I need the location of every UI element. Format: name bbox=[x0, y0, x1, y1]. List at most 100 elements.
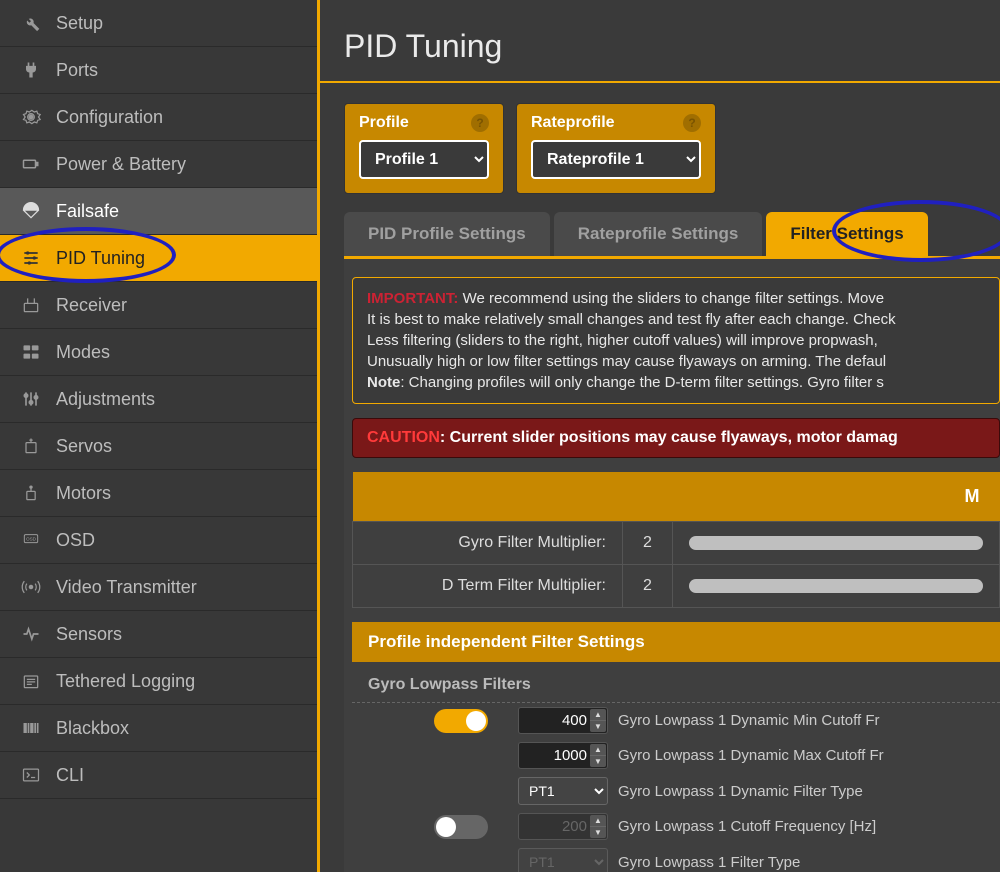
filter-desc: Gyro Lowpass 1 Filter Type bbox=[618, 854, 984, 871]
sidebar-item-servos[interactable]: Servos bbox=[0, 423, 317, 470]
log-icon bbox=[20, 670, 42, 692]
caution-text: : Current slider positions may cause fly… bbox=[440, 429, 898, 446]
wrench-icon bbox=[20, 12, 42, 34]
rateprofile-box: Rateprofile ? Rateprofile 1 bbox=[516, 103, 716, 194]
spinner-icon[interactable]: ▲▼ bbox=[590, 709, 606, 732]
servo-icon bbox=[20, 435, 42, 457]
page-title: PID Tuning bbox=[320, 0, 1000, 83]
gear-icon bbox=[20, 106, 42, 128]
switches-icon bbox=[20, 341, 42, 363]
sidebar-item-label: CLI bbox=[56, 765, 84, 786]
notice-text: Unusually high or low filter settings ma… bbox=[367, 353, 886, 370]
sidebar-item-tethered-logging[interactable]: Tethered Logging bbox=[0, 658, 317, 705]
tab-rateprofile-settings[interactable]: Rateprofile Settings bbox=[554, 212, 763, 256]
profile-box: Profile ? Profile 1 bbox=[344, 103, 504, 194]
tab-content: IMPORTANT: We recommend using the slider… bbox=[344, 256, 1000, 872]
sidebar-item-label: Motors bbox=[56, 483, 111, 504]
sidebar-item-label: Ports bbox=[56, 60, 98, 81]
sidebar-item-ports[interactable]: Ports bbox=[0, 47, 317, 94]
multiplier-table: M Gyro Filter Multiplier: 2 D Term Filte… bbox=[352, 472, 1000, 608]
sidebar: Setup Ports Configuration Power & Batter… bbox=[0, 0, 320, 872]
filter-row: PT1 Gyro Lowpass 1 Dynamic Filter Type bbox=[352, 773, 1000, 809]
gyro-lowpass1-static-toggle[interactable] bbox=[434, 815, 488, 839]
sidebar-item-label: Adjustments bbox=[56, 389, 155, 410]
sidebar-item-label: Blackbox bbox=[56, 718, 129, 739]
sidebar-item-label: Modes bbox=[56, 342, 110, 363]
rateprofile-select[interactable]: Rateprofile 1 bbox=[531, 140, 701, 179]
tab-pid-profile-settings[interactable]: PID Profile Settings bbox=[344, 212, 550, 256]
sliders-icon bbox=[20, 247, 42, 269]
profile-label: Profile bbox=[359, 114, 409, 132]
filter-desc: Gyro Lowpass 1 Dynamic Min Cutoff Fr bbox=[618, 712, 984, 729]
sidebar-item-motors[interactable]: Motors bbox=[0, 470, 317, 517]
notice-text: We recommend using the sliders to change… bbox=[463, 290, 885, 307]
rateprofile-label: Rateprofile bbox=[531, 114, 615, 132]
sidebar-item-video-transmitter[interactable]: Video Transmitter bbox=[0, 564, 317, 611]
gyro-lowpass-subheader: Gyro Lowpass Filters bbox=[352, 662, 1000, 703]
filter-desc: Gyro Lowpass 1 Dynamic Max Cutoff Fr bbox=[618, 747, 984, 764]
blackbox-icon bbox=[20, 717, 42, 739]
gyro-multiplier-value: 2 bbox=[623, 522, 673, 565]
sidebar-item-label: OSD bbox=[56, 530, 95, 551]
sidebar-item-configuration[interactable]: Configuration bbox=[0, 94, 317, 141]
notice-text: Less filtering (sliders to the right, hi… bbox=[367, 332, 878, 349]
dterm-multiplier-value: 2 bbox=[623, 565, 673, 608]
caution-warning: CAUTION: Current slider positions may ca… bbox=[352, 418, 1000, 458]
gyro-lowpass1-type-select: PT1 bbox=[518, 848, 608, 872]
filter-row: ▲▼ Gyro Lowpass 1 Cutoff Frequency [Hz] bbox=[352, 809, 1000, 844]
sidebar-item-label: Failsafe bbox=[56, 201, 119, 222]
sidebar-item-label: Configuration bbox=[56, 107, 163, 128]
battery-icon bbox=[20, 153, 42, 175]
parachute-icon bbox=[20, 200, 42, 222]
spinner-icon[interactable]: ▲▼ bbox=[590, 744, 606, 767]
sidebar-item-failsafe[interactable]: Failsafe bbox=[0, 188, 317, 235]
radio-icon bbox=[20, 294, 42, 316]
plug-icon bbox=[20, 59, 42, 81]
spinner-icon: ▲▼ bbox=[590, 815, 606, 838]
gyro-multiplier-label: Gyro Filter Multiplier: bbox=[353, 522, 623, 565]
svg-text:OSD: OSD bbox=[26, 537, 37, 542]
sidebar-item-adjustments[interactable]: Adjustments bbox=[0, 376, 317, 423]
sidebar-item-label: Video Transmitter bbox=[56, 577, 197, 598]
gyro-lowpass1-dyn-type-select[interactable]: PT1 bbox=[518, 777, 608, 805]
important-label: IMPORTANT: bbox=[367, 290, 458, 307]
sidebar-item-label: PID Tuning bbox=[56, 248, 145, 269]
adjust-icon bbox=[20, 388, 42, 410]
sidebar-item-label: Tethered Logging bbox=[56, 671, 195, 692]
filter-row: ▲▼ Gyro Lowpass 1 Dynamic Max Cutoff Fr bbox=[352, 738, 1000, 773]
filter-section-header: Profile independent Filter Settings bbox=[352, 622, 1000, 662]
main-content: PID Tuning Profile ? Profile 1 Rateprofi… bbox=[320, 0, 1000, 872]
filter-row: ▲▼ Gyro Lowpass 1 Dynamic Min Cutoff Fr bbox=[352, 703, 1000, 738]
filter-desc: Gyro Lowpass 1 Dynamic Filter Type bbox=[618, 783, 984, 800]
sidebar-item-pid-tuning[interactable]: PID Tuning bbox=[0, 235, 317, 282]
filter-desc: Gyro Lowpass 1 Cutoff Frequency [Hz] bbox=[618, 818, 984, 835]
sidebar-item-label: Receiver bbox=[56, 295, 127, 316]
caution-label: CAUTION bbox=[367, 429, 440, 446]
tab-filter-settings[interactable]: Filter Settings bbox=[766, 212, 927, 256]
help-icon[interactable]: ? bbox=[683, 114, 701, 132]
help-icon[interactable]: ? bbox=[471, 114, 489, 132]
gyro-lowpass1-dynamic-toggle[interactable] bbox=[434, 709, 488, 733]
profile-select[interactable]: Profile 1 bbox=[359, 140, 489, 179]
sidebar-item-cli[interactable]: CLI bbox=[0, 752, 317, 799]
sidebar-item-label: Servos bbox=[56, 436, 112, 457]
motor-icon bbox=[20, 482, 42, 504]
sidebar-item-modes[interactable]: Modes bbox=[0, 329, 317, 376]
sidebar-item-osd[interactable]: OSD OSD bbox=[0, 517, 317, 564]
dterm-multiplier-slider[interactable] bbox=[689, 579, 983, 593]
dterm-multiplier-label: D Term Filter Multiplier: bbox=[353, 565, 623, 608]
sidebar-item-label: Power & Battery bbox=[56, 154, 186, 175]
sidebar-item-sensors[interactable]: Sensors bbox=[0, 611, 317, 658]
note-label: Note bbox=[367, 374, 400, 391]
notice-text: : Changing profiles will only change the… bbox=[400, 374, 884, 391]
sidebar-item-blackbox[interactable]: Blackbox bbox=[0, 705, 317, 752]
sidebar-item-receiver[interactable]: Receiver bbox=[0, 282, 317, 329]
important-notice: IMPORTANT: We recommend using the slider… bbox=[352, 277, 1000, 404]
sidebar-item-power-battery[interactable]: Power & Battery bbox=[0, 141, 317, 188]
sidebar-item-setup[interactable]: Setup bbox=[0, 0, 317, 47]
osd-icon: OSD bbox=[20, 529, 42, 551]
multiplier-header: M bbox=[353, 472, 1000, 522]
filter-row: PT1 Gyro Lowpass 1 Filter Type bbox=[352, 844, 1000, 872]
terminal-icon bbox=[20, 764, 42, 786]
gyro-multiplier-slider[interactable] bbox=[689, 536, 983, 550]
